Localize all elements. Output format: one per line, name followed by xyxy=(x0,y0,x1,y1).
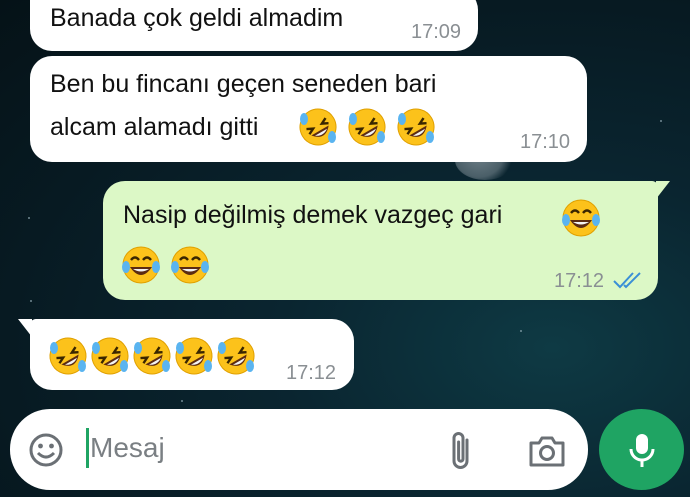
message-time: 17:10 xyxy=(520,131,571,153)
emoji-picker-icon[interactable] xyxy=(28,432,64,468)
rofl-emoji-icon xyxy=(49,337,87,375)
attach-paperclip-icon[interactable] xyxy=(448,430,474,472)
message-bubble-outgoing[interactable]: Nasip değilmiş demek vazgeç gari 17:12 xyxy=(103,181,670,300)
message-time: 17:09 xyxy=(411,21,462,43)
camera-icon[interactable] xyxy=(527,433,567,469)
emoji-group xyxy=(298,104,438,148)
emoji-group xyxy=(48,333,258,377)
message-input[interactable]: Mesaj xyxy=(90,432,165,464)
text-cursor xyxy=(86,428,89,468)
message-text-line1: Ben bu fincanı geçen seneden bari xyxy=(50,70,437,98)
background-star xyxy=(520,330,522,332)
emoji-group xyxy=(121,242,212,286)
message-time: 17:12 xyxy=(554,270,605,292)
message-time: 17:12 xyxy=(286,362,337,384)
tears-of-joy-emoji-icon xyxy=(170,246,209,284)
background-star xyxy=(660,120,662,122)
rofl-emoji-icon xyxy=(91,337,129,375)
rofl-emoji-icon xyxy=(397,108,435,146)
emoji-group xyxy=(561,195,603,239)
background-star xyxy=(28,217,30,219)
rofl-emoji-icon xyxy=(133,337,171,375)
rofl-emoji-icon xyxy=(175,337,213,375)
message-bubble-incoming[interactable]: 17:12 xyxy=(18,319,354,390)
bubble-tail xyxy=(18,319,32,337)
message-text-line1: Nasip değilmiş demek vazgeç gari xyxy=(123,201,503,229)
background-star xyxy=(30,300,32,302)
rofl-emoji-icon xyxy=(299,108,337,146)
message-text-line2: alcam alamadı gitti xyxy=(50,113,259,141)
tears-of-joy-emoji-icon xyxy=(122,246,160,284)
read-receipt-icon xyxy=(613,272,641,289)
bubble-tail xyxy=(656,181,670,199)
rofl-emoji-icon xyxy=(217,337,255,375)
microphone-icon xyxy=(629,434,655,467)
background-star xyxy=(181,400,183,402)
message-bubble-incoming[interactable]: Ben bu fincanı geçen seneden bari alcam … xyxy=(30,56,587,162)
rofl-emoji-icon xyxy=(348,108,386,146)
message-text: Banada çok geldi almadim xyxy=(50,4,344,32)
tears-of-joy-emoji-icon xyxy=(562,199,600,237)
message-bubble-incoming[interactable]: Banada çok geldi almadim 17:09 xyxy=(30,0,478,51)
